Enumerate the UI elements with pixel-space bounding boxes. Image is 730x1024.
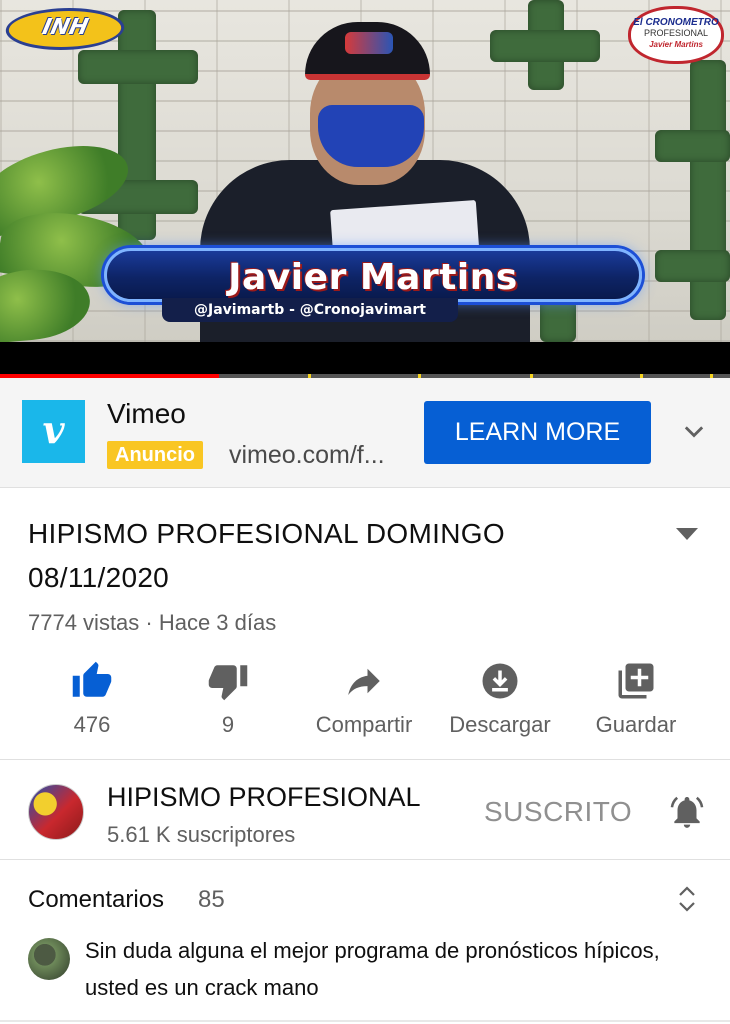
cronometro-logo: El CRONOMETRO PROFESIONAL Javier Martins bbox=[628, 6, 724, 64]
expand-description-icon[interactable] bbox=[674, 526, 700, 542]
dislike-button[interactable]: 9 bbox=[158, 650, 298, 760]
thumbs-up-icon bbox=[72, 661, 112, 697]
channel-row[interactable]: HIPISMO PROFESIONAL 5.61 K suscriptores … bbox=[0, 762, 730, 860]
video-title[interactable]: HIPISMO PROFESIONAL DOMINGO 08/11/2020 bbox=[28, 512, 628, 600]
presenter-handles: @Javimartb - @Cronojavimart bbox=[162, 298, 458, 322]
save-label: Guardar bbox=[595, 712, 677, 737]
like-button[interactable]: 476 bbox=[22, 650, 162, 760]
ad-brand-name[interactable]: Vimeo bbox=[107, 398, 186, 430]
action-bar: 476 9 Compartir Descargar Guardar bbox=[0, 650, 730, 760]
wall-decoration bbox=[540, 300, 576, 342]
save-button[interactable]: Guardar bbox=[566, 650, 706, 760]
wall-decoration bbox=[490, 30, 600, 62]
cronometro-logo-line2: PROFESIONAL bbox=[643, 28, 708, 38]
download-button[interactable]: Descargar bbox=[430, 650, 570, 760]
share-icon bbox=[348, 668, 380, 695]
comments-header: Comentarios bbox=[28, 886, 165, 913]
cronometro-logo-line1: El CRONOMETRO bbox=[633, 17, 719, 28]
ad-card[interactable]: v Vimeo Anuncio vimeo.com/f... LEARN MOR… bbox=[0, 378, 730, 488]
subscribed-button[interactable]: SUSCRITO bbox=[484, 796, 632, 828]
channel-avatar[interactable] bbox=[28, 784, 84, 840]
notification-bell-icon[interactable] bbox=[668, 792, 706, 832]
video-player[interactable]: Javier Martins @Javimartb - @Cronojavima… bbox=[0, 0, 730, 378]
wall-decoration bbox=[78, 50, 198, 84]
presenter-name: Javier Martins bbox=[228, 257, 518, 298]
comments-section[interactable]: Comentarios 85 Sin duda alguna el mejor … bbox=[0, 862, 730, 1024]
wall-decoration bbox=[655, 130, 730, 162]
vimeo-logo-icon[interactable]: v bbox=[22, 400, 85, 463]
comments-count: 85 bbox=[198, 886, 225, 913]
expand-comments-icon[interactable] bbox=[676, 884, 698, 914]
commenter-avatar[interactable] bbox=[28, 938, 70, 980]
ad-url[interactable]: vimeo.com/f... bbox=[229, 441, 385, 470]
dislike-count: 9 bbox=[221, 712, 235, 737]
thumbs-down-icon bbox=[208, 665, 248, 701]
share-button[interactable]: Compartir bbox=[294, 650, 434, 760]
channel-name[interactable]: HIPISMO PROFESIONAL bbox=[107, 782, 421, 813]
cap-logo bbox=[345, 32, 393, 54]
divider bbox=[0, 1020, 730, 1022]
save-icon bbox=[618, 663, 654, 699]
wall-decoration bbox=[655, 250, 730, 282]
channel-subscribers: 5.61 K suscriptores bbox=[107, 822, 296, 847]
like-count: 476 bbox=[73, 712, 111, 737]
learn-more-button[interactable]: LEARN MORE bbox=[424, 401, 651, 464]
presenter-mask bbox=[318, 105, 424, 167]
ad-badge: Anuncio bbox=[107, 441, 203, 469]
video-meta: 7774 vistas · Hace 3 días bbox=[28, 610, 277, 635]
download-label: Descargar bbox=[449, 712, 551, 737]
video-frame[interactable]: Javier Martins @Javimartb - @Cronojavima… bbox=[0, 0, 730, 342]
cronometro-logo-line3: Javier Martins bbox=[649, 40, 703, 49]
share-label: Compartir bbox=[315, 712, 413, 737]
download-icon bbox=[482, 663, 518, 699]
chevron-down-icon[interactable] bbox=[680, 418, 708, 446]
comment-text: Sin duda alguna el mejor programa de pro… bbox=[85, 938, 660, 1000]
lower-third-banner: Javier Martins bbox=[104, 248, 642, 302]
